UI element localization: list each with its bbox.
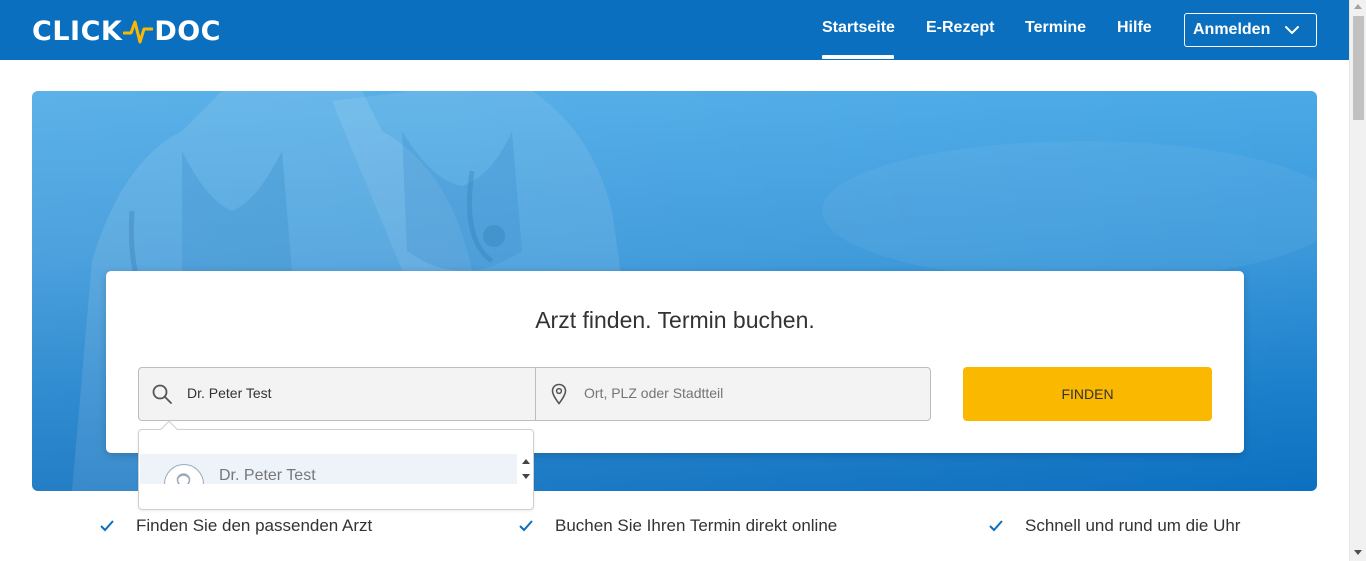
logo-text-doc: DOC [154, 15, 221, 47]
scroll-down-arrow-icon[interactable] [1354, 550, 1362, 555]
nav-e-rezept[interactable]: E-Rezept [926, 19, 994, 37]
doctor-search-input[interactable]: Dr. Peter Test [139, 368, 536, 420]
feature-item: Buchen Sie Ihren Termin direkt online [519, 516, 837, 536]
login-label: Anmelden [1193, 21, 1271, 38]
suggestion-name: Dr. Peter Test [219, 467, 316, 484]
logo-text-click: CLICK [32, 15, 123, 47]
location-input[interactable]: Ort, PLZ oder Stadtteil [536, 368, 931, 420]
nav-termine[interactable]: Termine [1025, 19, 1086, 37]
checkmark-icon [989, 520, 1003, 532]
login-dropdown-button[interactable]: Anmelden [1184, 13, 1317, 47]
doctor-search-value: Dr. Peter Test [187, 385, 272, 401]
feature-text: Buchen Sie Ihren Termin direkt online [555, 516, 838, 535]
feature-item: Finden Sie den passenden Arzt [100, 516, 372, 536]
search-icon [152, 384, 172, 404]
dropdown-scrollbar[interactable] [519, 454, 533, 484]
feature-item: Schnell und rund um die Uhr [989, 516, 1240, 536]
page-scrollbar[interactable] [1349, 0, 1366, 561]
nav-hilfe[interactable]: Hilfe [1117, 19, 1152, 37]
scroll-thumb[interactable] [1353, 16, 1364, 120]
find-button[interactable]: FINDEN [963, 367, 1212, 421]
location-pin-icon [551, 383, 567, 405]
dropdown-scroll-up-icon[interactable] [522, 459, 530, 464]
feature-text: Finden Sie den passenden Arzt [136, 516, 373, 535]
checkmark-icon [100, 520, 114, 532]
dropdown-scroll-down-icon[interactable] [522, 474, 530, 479]
autocomplete-dropdown: Dr. Peter Test [138, 420, 534, 510]
search-card-title: Arzt finden. Termin buchen. [535, 307, 815, 333]
location-placeholder: Ort, PLZ oder Stadtteil [584, 385, 724, 401]
pulse-icon [123, 20, 154, 44]
search-card: Arzt finden. Termin buchen. Dr. Peter Te… [106, 271, 1244, 453]
nav-active-indicator [822, 55, 894, 59]
checkmark-icon [519, 520, 533, 532]
clickdoc-logo[interactable]: CLICK DOC [32, 14, 221, 48]
nav-startseite[interactable]: Startseite [822, 19, 895, 37]
feature-text: Schnell und rund um die Uhr [1025, 516, 1241, 535]
scroll-up-arrow-icon[interactable] [1354, 4, 1362, 9]
suggestion-item[interactable]: Dr. Peter Test [140, 454, 517, 484]
find-button-label: FINDEN [1061, 386, 1114, 402]
top-header: CLICK DOC Startseite E-Rezept Termine Hi… [0, 0, 1349, 60]
search-input-group: Dr. Peter Test Ort, PLZ oder Stadtteil [138, 367, 931, 421]
doctor-avatar-icon [164, 464, 204, 484]
chevron-down-icon [1285, 26, 1299, 34]
